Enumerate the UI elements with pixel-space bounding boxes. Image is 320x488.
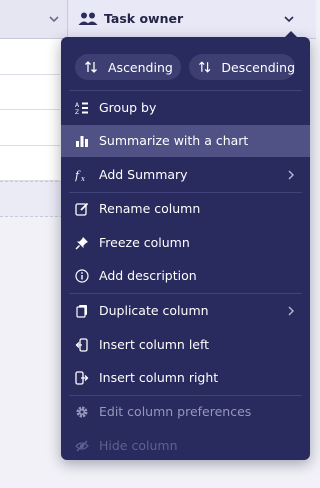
edit-icon bbox=[75, 202, 89, 216]
menu-item-edit-column-preferences: Edit column preferences bbox=[61, 396, 310, 428]
group-by-icon: A Z bbox=[75, 102, 88, 115]
svg-text:x: x bbox=[81, 175, 85, 182]
menu-item-add-summary[interactable]: f x Add Summary bbox=[61, 159, 310, 191]
menu-item-insert-column-right[interactable]: Insert column right bbox=[61, 362, 310, 394]
sort-ascending-label: Ascending bbox=[108, 59, 173, 75]
column-options-menu: Ascending Descending A Z Group by Summar… bbox=[61, 37, 310, 460]
menu-item-label: Insert column left bbox=[99, 337, 210, 352]
pin-icon bbox=[75, 237, 88, 250]
function-icon: f x bbox=[75, 169, 85, 182]
menu-item-label: Edit column preferences bbox=[99, 404, 252, 419]
chevron-right-icon bbox=[288, 170, 294, 180]
menu-item-insert-column-left[interactable]: Insert column left bbox=[61, 329, 310, 361]
menu-item-group-by[interactable]: A Z Group by bbox=[61, 92, 310, 124]
menu-item-add-description[interactable]: Add description bbox=[61, 260, 310, 292]
menu-item-label: Duplicate column bbox=[99, 303, 209, 318]
summary-row bbox=[0, 181, 68, 217]
chevron-down-icon[interactable] bbox=[48, 13, 60, 25]
menu-item-rename-column[interactable]: Rename column bbox=[61, 193, 310, 225]
eye-off-icon bbox=[75, 440, 89, 452]
insert-right-icon bbox=[75, 371, 89, 385]
gear-icon bbox=[76, 406, 88, 418]
menu-item-label: Rename column bbox=[99, 201, 201, 216]
menu-item-label: Group by bbox=[99, 100, 157, 115]
people-icon bbox=[78, 12, 98, 25]
sort-ascending-icon bbox=[85, 61, 97, 73]
menu-item-label: Hide column bbox=[99, 438, 178, 453]
menu-item-label: Add Summary bbox=[99, 167, 188, 182]
column-title: Task owner bbox=[104, 11, 184, 26]
chevron-down-icon[interactable] bbox=[283, 13, 295, 25]
sort-controls: Ascending Descending bbox=[61, 54, 310, 80]
previous-column-header[interactable] bbox=[0, 0, 68, 38]
menu-item-label: Freeze column bbox=[99, 235, 190, 250]
svg-text:Z: Z bbox=[75, 109, 79, 115]
menu-divider bbox=[69, 293, 302, 294]
menu-item-label: Insert column right bbox=[99, 370, 219, 385]
duplicate-icon bbox=[76, 305, 87, 318]
menu-item-label: Summarize with a chart bbox=[99, 133, 249, 148]
sort-descending-icon bbox=[198, 61, 211, 73]
table-cell[interactable] bbox=[0, 75, 60, 110]
insert-left-icon bbox=[75, 338, 88, 352]
sort-ascending-button[interactable]: Ascending bbox=[75, 54, 181, 80]
menu-item-duplicate-column[interactable]: Duplicate column bbox=[61, 295, 310, 327]
svg-text:A: A bbox=[75, 102, 80, 109]
menu-divider bbox=[69, 90, 302, 91]
sort-descending-label: Descending bbox=[221, 59, 295, 75]
menu-item-label: Add description bbox=[99, 268, 197, 283]
table-cell[interactable] bbox=[0, 110, 60, 146]
table-cell[interactable] bbox=[0, 146, 60, 181]
menu-item-summarize-chart[interactable]: Summarize with a chart bbox=[61, 125, 310, 157]
sort-descending-button[interactable]: Descending bbox=[189, 54, 295, 80]
task-owner-column-header[interactable]: Task owner bbox=[69, 0, 316, 38]
table-header-row: Task owner bbox=[0, 0, 316, 39]
menu-item-hide-column: Hide column bbox=[61, 430, 310, 460]
table-cell[interactable] bbox=[0, 39, 60, 75]
chevron-right-icon bbox=[288, 306, 294, 316]
bar-chart-icon bbox=[76, 136, 88, 147]
info-icon bbox=[75, 269, 89, 283]
menu-item-freeze-column[interactable]: Freeze column bbox=[61, 227, 310, 259]
